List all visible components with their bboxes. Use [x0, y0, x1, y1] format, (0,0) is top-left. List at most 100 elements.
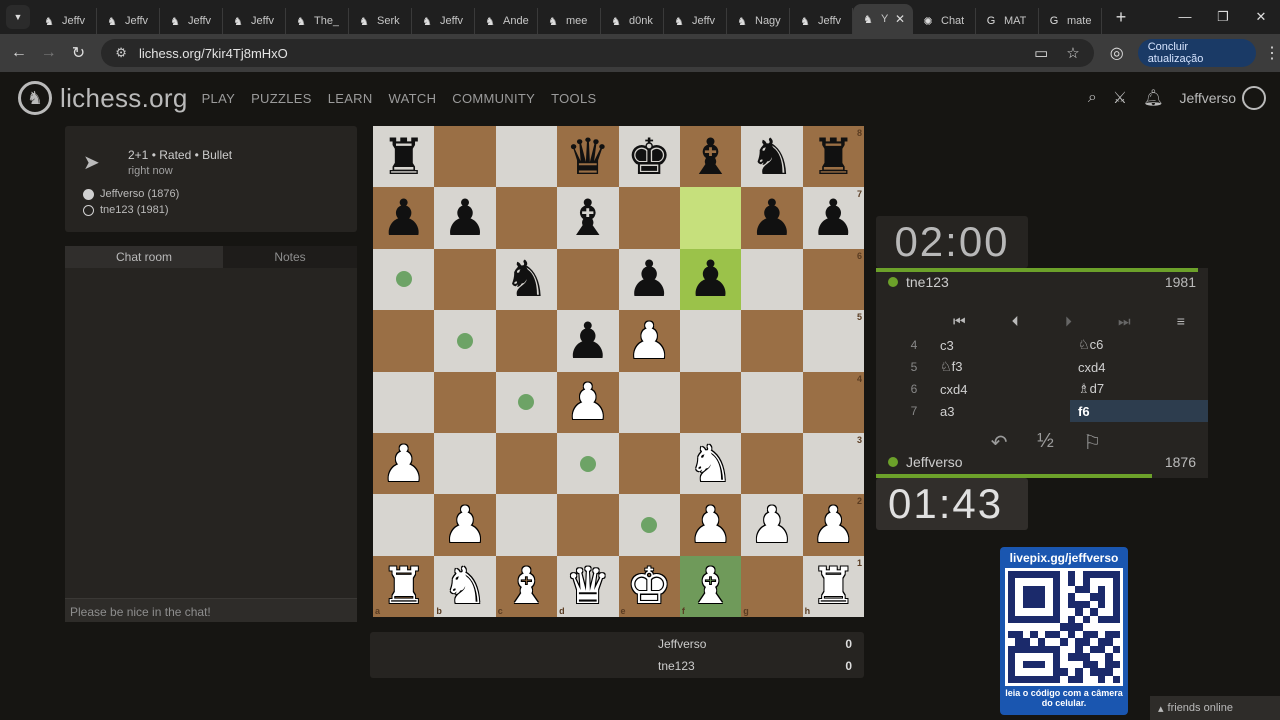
black-pawn-icon[interactable]: ♟	[688, 254, 733, 304]
friends-online-button[interactable]: ▴ friends online	[1150, 696, 1280, 720]
square-a1[interactable]: ♜ a	[373, 555, 435, 617]
black-pawn-icon[interactable]: ♟	[565, 316, 610, 366]
black-pawn-icon[interactable]: ♟	[627, 254, 672, 304]
square-f7[interactable]	[679, 187, 742, 249]
browser-tab[interactable]: ♞ Jeffv	[34, 8, 97, 34]
prev-move-icon[interactable]: ⏴	[1012, 313, 1019, 330]
browser-tab[interactable]: ✺ Chat	[913, 8, 976, 34]
black-pawn-icon[interactable]: ♟	[381, 193, 426, 243]
square-d7[interactable]: ♝	[557, 187, 619, 249]
square-c5[interactable]	[495, 310, 558, 372]
square-c4[interactable]	[495, 371, 558, 433]
move-white[interactable]: cxd4	[932, 382, 1070, 397]
browser-tab[interactable]: ♞ Ande	[475, 8, 538, 34]
browser-tab[interactable]: ♞ Nagy	[727, 8, 790, 34]
back-icon[interactable]: ←	[4, 44, 34, 62]
update-button[interactable]: Concluir atualização	[1137, 39, 1256, 67]
square-b7[interactable]: ♟	[434, 187, 496, 249]
browser-tab[interactable]: ♞ Jeffv	[160, 8, 223, 34]
move-hint-dot[interactable]	[518, 394, 535, 411]
move-white[interactable]: ♘f3	[932, 359, 1070, 375]
browser-tab[interactable]: ♞ Serk	[349, 8, 412, 34]
bell-icon[interactable]: 🔔︎	[1143, 88, 1163, 108]
black-rook-icon[interactable]: ♜	[811, 132, 856, 182]
square-a5[interactable]	[373, 310, 435, 372]
nav-item-community[interactable]: COMMUNITY	[452, 91, 535, 106]
square-f5[interactable]	[679, 310, 742, 372]
square-d6[interactable]	[557, 248, 619, 311]
player-black[interactable]: tne123 (1981)	[83, 204, 169, 216]
square-g6[interactable]	[741, 248, 803, 311]
square-a7[interactable]: ♟	[373, 187, 435, 249]
opponent-row[interactable]: tne123 1981	[888, 274, 1196, 290]
forward-icon[interactable]: →	[34, 44, 64, 62]
close-window-icon[interactable]: ✕	[1242, 9, 1280, 25]
square-e7[interactable]	[618, 187, 680, 249]
move-hint-dot[interactable]	[641, 516, 658, 533]
white-king-icon[interactable]: ♚	[627, 561, 672, 611]
square-f1[interactable]: ♝ f	[679, 555, 742, 617]
black-queen-icon[interactable]: ♛	[565, 132, 610, 182]
resign-flag-icon[interactable]: ⚐	[1083, 430, 1101, 455]
tab-search-icon[interactable]: ▼	[6, 5, 30, 29]
tab-chat-room[interactable]: Chat room	[65, 246, 223, 268]
square-h3[interactable]: 3	[802, 432, 864, 495]
browser-tab[interactable]: ♞ Jeffv	[97, 8, 160, 34]
move-black[interactable]: f6	[1070, 400, 1208, 422]
square-b3[interactable]	[434, 432, 496, 495]
square-g5[interactable]	[741, 310, 803, 372]
browser-tab[interactable]: ♞ Jeffv	[412, 8, 475, 34]
square-e6[interactable]: ♟	[618, 248, 680, 311]
site-info-icon[interactable]: ⚙	[115, 45, 127, 61]
bookmark-star-icon[interactable]: ☆	[1066, 44, 1079, 62]
black-pawn-icon[interactable]: ♟	[750, 193, 795, 243]
square-d5[interactable]: ♟	[557, 310, 619, 372]
square-b4[interactable]	[434, 371, 496, 433]
square-g7[interactable]: ♟	[741, 187, 803, 249]
white-bishop-icon[interactable]: ♝	[688, 561, 733, 611]
black-pawn-icon[interactable]: ♟	[443, 193, 488, 243]
profile-icon[interactable]: ◎	[1110, 43, 1124, 63]
black-king-icon[interactable]: ♚	[627, 132, 672, 182]
white-bishop-icon[interactable]: ♝	[504, 561, 549, 611]
white-pawn-icon[interactable]: ♟	[443, 500, 488, 550]
site-logo[interactable]: ♞ lichess.org	[18, 81, 188, 115]
square-a2[interactable]	[373, 494, 435, 556]
move-hint-dot[interactable]	[395, 271, 412, 288]
user-menu[interactable]: Jeffverso	[1179, 86, 1266, 110]
chess-board[interactable]: ♜ ♛ ♚ ♝ ♞ ♜ 8 ♟ ♟ ♝ ♟ ♟ 7 ♞ ♟ ♟ 6 ♟ ♟ 5 ♟ 4 ♟ ♞ 3 ♟ ♟ ♟ ♟ 2 ♜ a ♞ b ♝ c ♛ d ♚ e…	[373, 126, 864, 617]
square-b2[interactable]: ♟	[434, 494, 496, 556]
square-g8[interactable]: ♞	[741, 126, 803, 188]
menu-icon[interactable]: ≡	[1177, 313, 1185, 329]
browser-tab[interactable]: ♞ The_	[286, 8, 349, 34]
move-hint-dot[interactable]	[457, 332, 474, 349]
square-e3[interactable]	[618, 432, 680, 495]
square-h2[interactable]: ♟ 2	[802, 494, 864, 556]
square-c7[interactable]	[495, 187, 558, 249]
square-h6[interactable]: 6	[802, 248, 864, 311]
square-h8[interactable]: ♜ 8	[802, 126, 864, 188]
square-h1[interactable]: ♜ 1 h	[802, 555, 864, 617]
square-c8[interactable]	[495, 126, 558, 188]
square-f3[interactable]: ♞	[679, 432, 742, 495]
square-b1[interactable]: ♞ b	[434, 555, 496, 617]
square-c1[interactable]: ♝ c	[495, 555, 558, 617]
square-c2[interactable]	[495, 494, 558, 556]
minimize-icon[interactable]: —	[1166, 9, 1204, 25]
black-bishop-icon[interactable]: ♝	[565, 193, 610, 243]
white-pawn-icon[interactable]: ♟	[688, 500, 733, 550]
browser-tab[interactable]: ♞ Jeffv	[664, 8, 727, 34]
square-e4[interactable]	[618, 371, 680, 433]
maximize-icon[interactable]: ❐	[1204, 9, 1242, 25]
white-pawn-icon[interactable]: ♟	[750, 500, 795, 550]
move-white[interactable]: c3	[932, 338, 1070, 353]
square-g2[interactable]: ♟	[741, 494, 803, 556]
close-tab-icon[interactable]: ✕	[895, 12, 905, 26]
square-g4[interactable]	[741, 371, 803, 433]
move-black[interactable]: cxd4	[1070, 360, 1208, 375]
black-knight-icon[interactable]: ♞	[504, 254, 549, 304]
browser-tab[interactable]: ♞ Jeffv	[790, 8, 853, 34]
new-tab-icon[interactable]: +	[1110, 7, 1132, 28]
square-f8[interactable]: ♝	[679, 126, 742, 188]
square-b6[interactable]	[434, 248, 496, 311]
